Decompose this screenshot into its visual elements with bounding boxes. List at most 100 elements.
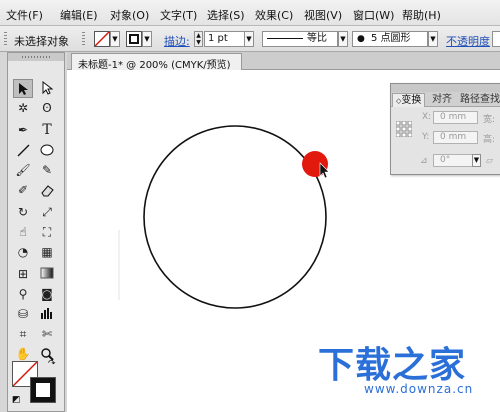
watermark-url: www.downza.cn [364, 382, 474, 396]
tab-transform-label: 变换 [401, 95, 422, 106]
magic-wand-tool[interactable]: ✲ [13, 99, 33, 118]
y-field[interactable]: 0 mm [433, 131, 478, 144]
fill-dropdown[interactable]: ▼ [110, 31, 120, 47]
document-tab[interactable]: 未标题-1* @ 200% (CMYK/预览) [71, 53, 242, 71]
eraser-icon [41, 185, 54, 197]
gradient-tool[interactable] [37, 265, 57, 284]
chevron-down-icon: ▼ [473, 156, 480, 164]
lasso-tool[interactable]: ʘ [37, 99, 57, 118]
chevron-down-icon: ▼ [144, 35, 150, 43]
slice-icon: ✄ [41, 327, 53, 341]
direct-selection-tool[interactable] [37, 79, 57, 98]
selection-status: 未选择对象 [14, 35, 69, 48]
control-bar-grip[interactable] [4, 32, 7, 46]
mesh-tool[interactable]: ⊞ [13, 265, 33, 284]
transform-panel-header[interactable] [391, 84, 500, 92]
eraser-tool[interactable] [37, 181, 57, 200]
grip-icon [22, 56, 50, 58]
menu-edit[interactable]: 编辑(E) [60, 7, 98, 23]
tab-pathfinder[interactable]: 路径查找 [457, 93, 500, 107]
menu-type[interactable]: 文字(T) [160, 7, 197, 23]
tab-transform[interactable]: ◇变换 [392, 93, 426, 107]
control-bar-separator [82, 32, 85, 46]
arrow-icon [19, 83, 28, 95]
width-profile-dropdown[interactable]: ▼ [338, 31, 348, 47]
warp-tool[interactable]: ☝ [13, 223, 33, 242]
ellipse-tool[interactable] [37, 141, 57, 160]
tools-panel-header[interactable] [8, 53, 64, 61]
ellipse-icon [40, 144, 54, 156]
type-icon: T [42, 122, 52, 138]
transform-panel-tabs: ◇变换 对齐 路径查找 [391, 92, 500, 107]
h-label: 高: [483, 135, 496, 145]
menu-effect[interactable]: 效果(C) [255, 7, 293, 23]
symbol-sprayer-tool[interactable]: ⛁ [13, 305, 33, 324]
chevron-down-icon: ▼ [112, 35, 118, 43]
perspective-grid-tool[interactable]: ▦ [37, 243, 57, 262]
magic-wand-icon: ✲ [17, 101, 29, 115]
menu-object[interactable]: 对象(O) [110, 7, 149, 23]
width-profile-label: 等比 [307, 33, 327, 44]
blob-brush-tool[interactable]: ✐ [13, 181, 33, 200]
document-tab-bar: 未标题-1* @ 200% (CMYK/预览) [67, 52, 500, 71]
rotate-angle-dropdown[interactable]: ▼ [472, 154, 481, 167]
drawn-circle[interactable] [143, 125, 327, 309]
stroke-weight-dropdown[interactable]: ▼ [244, 31, 254, 47]
rotate-tool[interactable]: ↻ [13, 203, 33, 222]
artboard-tool[interactable]: ⌗ [13, 325, 33, 344]
swap-colors-icon[interactable]: ↷ [48, 359, 56, 369]
reference-point-icon[interactable] [396, 121, 412, 137]
fill-stroke-area: ↷ ◩ [12, 359, 62, 409]
type-tool[interactable]: T [37, 121, 57, 140]
graph-tool[interactable] [37, 305, 57, 324]
brush-label: 5 点圆形 [371, 33, 411, 44]
stroke-label[interactable]: 描边: [164, 33, 190, 49]
menu-help[interactable]: 帮助(H) [402, 7, 441, 23]
pen-icon: ✒ [17, 123, 29, 137]
rotate-angle-field[interactable]: 0° [433, 154, 473, 167]
tab-align[interactable]: 对齐 [429, 93, 455, 107]
opacity-label[interactable]: 不透明度 [446, 33, 490, 49]
line-icon [17, 144, 30, 157]
menu-file[interactable]: 文件(F) [6, 7, 43, 23]
slice-tool[interactable]: ✄ [37, 325, 57, 344]
eyedropper-tool[interactable]: ⚲ [13, 285, 33, 304]
scale-tool[interactable]: ⤢ [37, 203, 57, 222]
line-tool[interactable] [13, 141, 33, 160]
default-colors-icon[interactable]: ◩ [12, 395, 21, 405]
fill-swatch[interactable] [94, 31, 110, 47]
shape-builder-tool[interactable]: ◔ [13, 243, 33, 262]
tools-panel: ✲ ʘ ✒ T 🖌 ✎ ✐ ↻ ⤢ ☝ ⛶ ◔ ▦ ⊞ ⚲ ◙ ⛁ ⌗ ✄ ✋ … [7, 52, 65, 412]
brush-dropdown[interactable]: ▼ [428, 31, 438, 47]
pencil-tool[interactable]: ✎ [37, 161, 57, 180]
stroke-dropdown[interactable]: ▼ [142, 31, 152, 47]
hollow-arrow-icon [42, 81, 53, 95]
menu-select[interactable]: 选择(S) [207, 7, 245, 23]
blob-brush-icon: ✐ [17, 183, 29, 197]
chevron-down-icon: ▼ [246, 35, 252, 43]
opacity-field[interactable] [492, 31, 500, 47]
brush-field[interactable]: ● 5 点圆形 [352, 31, 428, 47]
paintbrush-tool[interactable]: 🖌 [13, 161, 33, 180]
artboard-icon: ⌗ [19, 327, 27, 341]
pencil-icon: ✎ [41, 163, 53, 177]
width-profile-field[interactable]: 等比 [262, 31, 338, 47]
blend-tool[interactable]: ◙ [37, 285, 57, 304]
shape-builder-icon: ◔ [17, 245, 29, 259]
pen-tool[interactable]: ✒ [13, 121, 33, 140]
free-transform-tool[interactable]: ⛶ [37, 223, 57, 242]
free-transform-icon: ⛶ [42, 225, 52, 239]
bar-graph-icon [41, 308, 52, 319]
stroke-weight-stepper[interactable]: ▲ ▼ [194, 31, 203, 47]
stroke-swatch[interactable] [126, 31, 142, 47]
brush-icon: 🖌 [15, 163, 31, 177]
w-label: 宽: [483, 115, 496, 125]
eyedropper-icon: ⚲ [18, 287, 28, 301]
transform-panel: ◇变换 对齐 路径查找 X: 0 mm 宽: Y: 0 mm 高: ⊿ 0° ▼… [390, 83, 500, 175]
selection-tool[interactable] [13, 79, 33, 98]
stroke-color-box[interactable] [30, 377, 56, 403]
stroke-square-icon [129, 34, 139, 44]
menu-view[interactable]: 视图(V) [304, 7, 342, 23]
menu-window[interactable]: 窗口(W) [353, 7, 394, 23]
x-field[interactable]: 0 mm [433, 111, 478, 124]
